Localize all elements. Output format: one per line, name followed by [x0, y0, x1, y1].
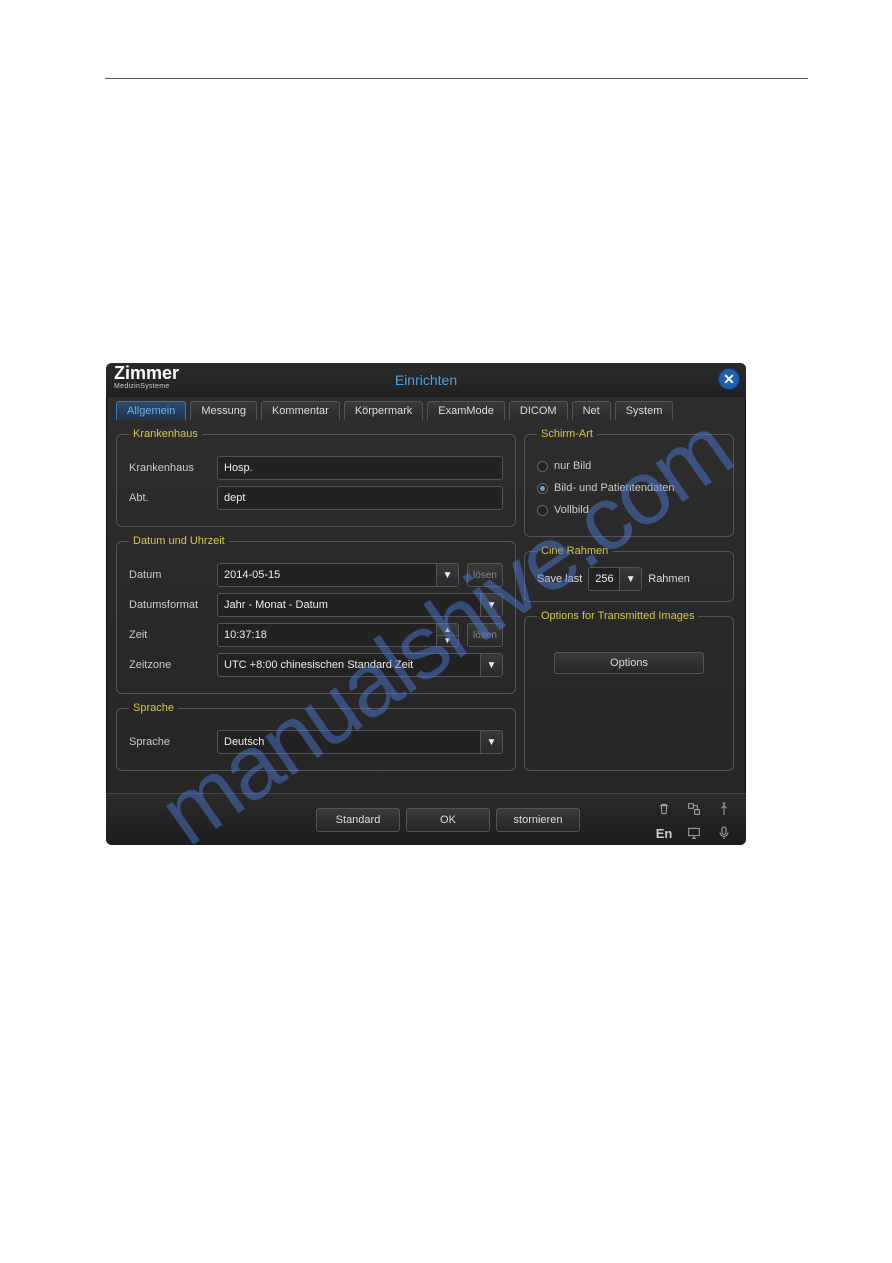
- radio-icon: [537, 461, 548, 472]
- page-rule: [105, 78, 808, 79]
- radio-label-0: nur Bild: [554, 460, 591, 472]
- select-date[interactable]: 2014-05-15 ▼: [217, 563, 459, 587]
- tab-allgemein[interactable]: Allgemein: [116, 401, 186, 420]
- select-dateformat[interactable]: Jahr - Monat - Datum ▼: [217, 593, 503, 617]
- microphone-icon[interactable]: [710, 822, 738, 844]
- tab-kommentar[interactable]: Kommentar: [261, 401, 340, 420]
- language-indicator[interactable]: En: [650, 822, 678, 844]
- label-dept: Abt.: [129, 492, 209, 504]
- logo: Zimmer MedizinSysteme: [114, 366, 179, 394]
- fieldset-datetime: Datum und Uhrzeit Datum 2014-05-15 ▼ lös…: [116, 535, 516, 694]
- status-icons: En: [650, 798, 738, 844]
- chevron-down-icon: ▼: [619, 568, 641, 590]
- radio-icon: [537, 483, 548, 494]
- close-icon: ✕: [723, 371, 735, 388]
- value-date: 2014-05-15: [224, 569, 280, 581]
- label-hospital: Krankenhaus: [129, 462, 209, 474]
- value-dateformat: Jahr - Monat - Datum: [224, 599, 328, 611]
- radio-screen-2[interactable]: Vollbild: [537, 504, 721, 516]
- arrow-down-icon[interactable]: ▼: [437, 636, 458, 647]
- button-standard[interactable]: Standard: [316, 808, 400, 832]
- tabs: Allgemein Messung Kommentar Körpermark E…: [106, 397, 746, 420]
- radio-screen-1[interactable]: Bild- und Patientendaten: [537, 482, 721, 494]
- label-language: Sprache: [129, 736, 209, 748]
- button-transmit-options[interactable]: Options: [554, 652, 704, 674]
- label-frames-unit: Rahmen: [648, 573, 690, 585]
- tab-net[interactable]: Net: [572, 401, 611, 420]
- time-spinner[interactable]: ▲ ▼: [436, 624, 458, 646]
- radio-label-1: Bild- und Patientendaten: [554, 482, 674, 494]
- button-ok[interactable]: OK: [406, 808, 490, 832]
- select-timezone[interactable]: UTC +8:00 chinesischen Standard Zeit ▼: [217, 653, 503, 677]
- titlebar: Zimmer MedizinSysteme Einrichten ✕: [106, 363, 746, 397]
- tab-messung[interactable]: Messung: [190, 401, 257, 420]
- logo-text: Zimmer: [114, 366, 179, 380]
- label-timezone: Zeitzone: [129, 659, 209, 671]
- legend-transmit: Options for Transmitted Images: [537, 610, 698, 622]
- monitor-icon[interactable]: [680, 822, 708, 844]
- input-time[interactable]: 10:37:18 ▲ ▼: [217, 623, 459, 647]
- trash-icon[interactable]: [650, 798, 678, 820]
- legend-screen: Schirm-Art: [537, 428, 597, 440]
- fieldset-language: Sprache Sprache Deutsch ▼: [116, 702, 516, 771]
- button-time-set[interactable]: lösen: [467, 623, 503, 647]
- radio-label-2: Vollbild: [554, 504, 589, 516]
- button-date-set[interactable]: lösen: [467, 563, 503, 587]
- fieldset-transmit: Options for Transmitted Images Options: [524, 610, 734, 771]
- chevron-down-icon: ▼: [436, 564, 458, 586]
- tab-koerpermark[interactable]: Körpermark: [344, 401, 423, 420]
- input-dept[interactable]: dept: [217, 486, 503, 510]
- label-dateformat: Datumsformat: [129, 599, 209, 611]
- logo-subtext: MedizinSysteme: [114, 380, 170, 394]
- label-time: Zeit: [129, 629, 209, 641]
- window-title: Einrichten: [106, 372, 746, 388]
- legend-language: Sprache: [129, 702, 178, 714]
- usb-icon[interactable]: [710, 798, 738, 820]
- value-time: 10:37:18: [224, 629, 267, 641]
- fieldset-cine: Cine Rahmen Save last 256 ▼ Rahmen: [524, 545, 734, 602]
- legend-datetime: Datum und Uhrzeit: [129, 535, 229, 547]
- select-language[interactable]: Deutsch ▼: [217, 730, 503, 754]
- tab-exammode[interactable]: ExamMode: [427, 401, 505, 420]
- footer: Standard OK stornieren En: [106, 793, 746, 845]
- legend-hospital: Krankenhaus: [129, 428, 202, 440]
- label-save-last: Save last: [537, 573, 582, 585]
- select-cine-frames[interactable]: 256 ▼: [588, 567, 642, 591]
- button-cancel[interactable]: stornieren: [496, 808, 580, 832]
- input-hospital[interactable]: Hosp.: [217, 456, 503, 480]
- chevron-down-icon: ▼: [480, 731, 502, 753]
- panel-area: Krankenhaus Krankenhaus Hosp. Abt. dept …: [106, 420, 746, 775]
- close-button[interactable]: ✕: [718, 368, 740, 390]
- fieldset-screen: Schirm-Art nur Bild Bild- und Patientend…: [524, 428, 734, 537]
- device-icon[interactable]: [680, 798, 708, 820]
- legend-cine: Cine Rahmen: [537, 545, 612, 557]
- chevron-down-icon: ▼: [480, 594, 502, 616]
- chevron-down-icon: ▼: [480, 654, 502, 676]
- arrow-up-icon[interactable]: ▲: [437, 624, 458, 636]
- label-date: Datum: [129, 569, 209, 581]
- radio-icon: [537, 505, 548, 516]
- tab-system[interactable]: System: [615, 401, 674, 420]
- fieldset-hospital: Krankenhaus Krankenhaus Hosp. Abt. dept: [116, 428, 516, 527]
- radio-screen-0[interactable]: nur Bild: [537, 460, 721, 472]
- tab-dicom[interactable]: DICOM: [509, 401, 568, 420]
- value-timezone: UTC +8:00 chinesischen Standard Zeit: [224, 659, 413, 671]
- value-cine: 256: [595, 573, 613, 585]
- value-language: Deutsch: [224, 736, 264, 748]
- settings-window: Zimmer MedizinSysteme Einrichten ✕ Allge…: [106, 363, 746, 845]
